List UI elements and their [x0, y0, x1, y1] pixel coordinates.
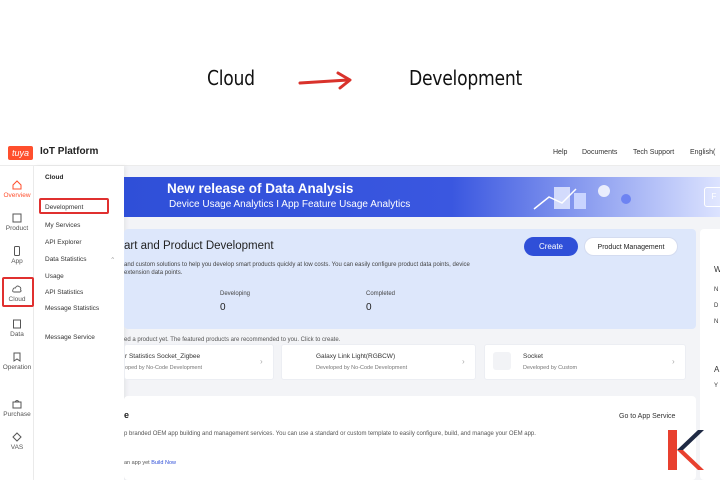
- product-management-button[interactable]: Product Management: [584, 237, 678, 256]
- note-text: an app yet: [124, 460, 150, 466]
- cloud-highlight-box: [2, 277, 34, 307]
- panel-text: A: [714, 365, 720, 374]
- product-name: r Statistics Socket_Zigbee: [125, 353, 201, 360]
- create-button[interactable]: Create: [524, 237, 578, 256]
- rail-item-overview[interactable]: Overview: [0, 180, 34, 199]
- product-developer: Developed by Custom: [523, 365, 578, 371]
- analytics-illustration: [533, 185, 631, 210]
- completed-label: Completed: [366, 291, 396, 297]
- left-nav-rail: Overview Product App Cloud Data Operatio…: [0, 166, 34, 480]
- submenu-item-data-statistics[interactable]: Data Statistics: [45, 256, 87, 263]
- platform-title: IoT Platform: [40, 146, 99, 157]
- top-bar: tuya IoT Platform Help Documents Tech Su…: [0, 140, 720, 166]
- rail-label: Operation: [2, 364, 32, 371]
- submenu-item-api-statistics[interactable]: API Statistics: [45, 289, 83, 296]
- panel-text: N: [714, 319, 719, 325]
- purchase-icon: [12, 400, 22, 409]
- banner-subtitle: Device Usage Analytics I App Feature Usa…: [169, 199, 411, 210]
- card-description-cont: extension data points.: [124, 270, 183, 276]
- product-card[interactable]: Socket Developed by Custom ›: [484, 344, 686, 380]
- data-icon: [13, 319, 21, 329]
- panel-text: D: [714, 303, 719, 309]
- rail-label: VAS: [10, 444, 24, 451]
- rail-item-product[interactable]: Product: [0, 213, 34, 232]
- app-service-card: e Go to App Service p branded OEM app bu…: [124, 396, 696, 480]
- product-name: Galaxy Link Light(RGBCW): [316, 353, 396, 360]
- recommend-text: ed a product yet. The featured products …: [124, 337, 341, 343]
- card-title: art and Product Development: [124, 240, 274, 252]
- product-card[interactable]: Galaxy Link Light(RGBCW) Developed by No…: [281, 344, 476, 380]
- app-icon: [14, 246, 20, 256]
- product-development-card: art and Product Development and custom s…: [124, 229, 696, 329]
- panel-text: W: [714, 265, 720, 274]
- product-icon: [12, 213, 22, 223]
- documents-link[interactable]: Documents: [582, 149, 617, 156]
- vas-icon: [12, 432, 22, 442]
- video-frame: { "caption": { "from": "Cloud", "to": "D…: [0, 0, 720, 480]
- language-select[interactable]: English(: [690, 149, 715, 156]
- submenu-header: Cloud: [45, 174, 64, 181]
- home-icon: [12, 180, 22, 190]
- product-name: Socket: [523, 353, 543, 360]
- promo-banner[interactable]: New release of Data Analysis Device Usag…: [124, 177, 720, 217]
- developing-label: Developing: [220, 291, 251, 297]
- rail-label: Product: [5, 225, 29, 232]
- product-developer: Developed by No-Code Development: [316, 365, 408, 371]
- chevron-up-icon[interactable]: ⌃: [110, 256, 115, 264]
- socket-icon: [493, 352, 511, 370]
- submenu-item-message-service[interactable]: Message Service: [45, 334, 95, 341]
- k-logo: [668, 430, 704, 470]
- card-title: e: [124, 410, 130, 420]
- submenu-item-usage[interactable]: Usage: [45, 273, 64, 280]
- rail-label: Data: [10, 331, 24, 338]
- rail-item-data[interactable]: Data: [0, 319, 34, 338]
- product-developer: oped by No-Code Development: [125, 365, 203, 371]
- caption-from: Cloud: [207, 66, 255, 90]
- platform-screenshot: tuya IoT Platform Help Documents Tech Su…: [0, 140, 720, 480]
- caption-to: Development: [409, 66, 522, 90]
- rail-item-operation[interactable]: Operation: [0, 352, 34, 371]
- go-to-app-service-link[interactable]: Go to App Service: [619, 413, 675, 420]
- chevron-right-icon: ›: [260, 357, 263, 366]
- rail-label: App: [11, 258, 23, 265]
- chevron-right-icon: ›: [672, 357, 675, 366]
- rail-item-app[interactable]: App: [0, 246, 34, 265]
- rail-label: Purchase: [3, 411, 31, 418]
- panel-text: Y: [714, 383, 719, 389]
- completed-count: 0: [366, 302, 372, 313]
- arrow-right-icon: [298, 71, 352, 90]
- product-card[interactable]: r Statistics Socket_Zigbee oped by No-Co…: [124, 344, 274, 380]
- tuya-logo[interactable]: tuya: [8, 146, 34, 160]
- build-now-link[interactable]: Build Now: [151, 460, 176, 466]
- developing-count: 0: [220, 302, 226, 313]
- card-description: and custom solutions to help you develop…: [124, 262, 470, 268]
- rail-item-vas[interactable]: VAS: [0, 432, 34, 451]
- rail-item-purchase[interactable]: Purchase: [0, 399, 34, 418]
- development-highlight-box: [39, 198, 109, 214]
- submenu-item-my-services[interactable]: My Services: [45, 222, 80, 229]
- rail-label: Overview: [3, 192, 31, 199]
- chevron-right-icon: ›: [462, 357, 465, 366]
- submenu-item-message-statistics[interactable]: Message Statistics: [45, 305, 99, 312]
- banner-title: New release of Data Analysis: [167, 181, 354, 196]
- operation-icon: [13, 352, 21, 362]
- panel-text: N: [714, 287, 719, 293]
- help-link[interactable]: Help: [553, 149, 567, 156]
- card-note: an app yet Build Now: [124, 460, 176, 466]
- banner-button[interactable]: F: [704, 187, 720, 207]
- submenu-item-api-explorer[interactable]: API Explorer: [45, 239, 82, 246]
- card-description: p branded OEM app building and managemen…: [124, 431, 536, 437]
- tech-support-link[interactable]: Tech Support: [633, 149, 674, 156]
